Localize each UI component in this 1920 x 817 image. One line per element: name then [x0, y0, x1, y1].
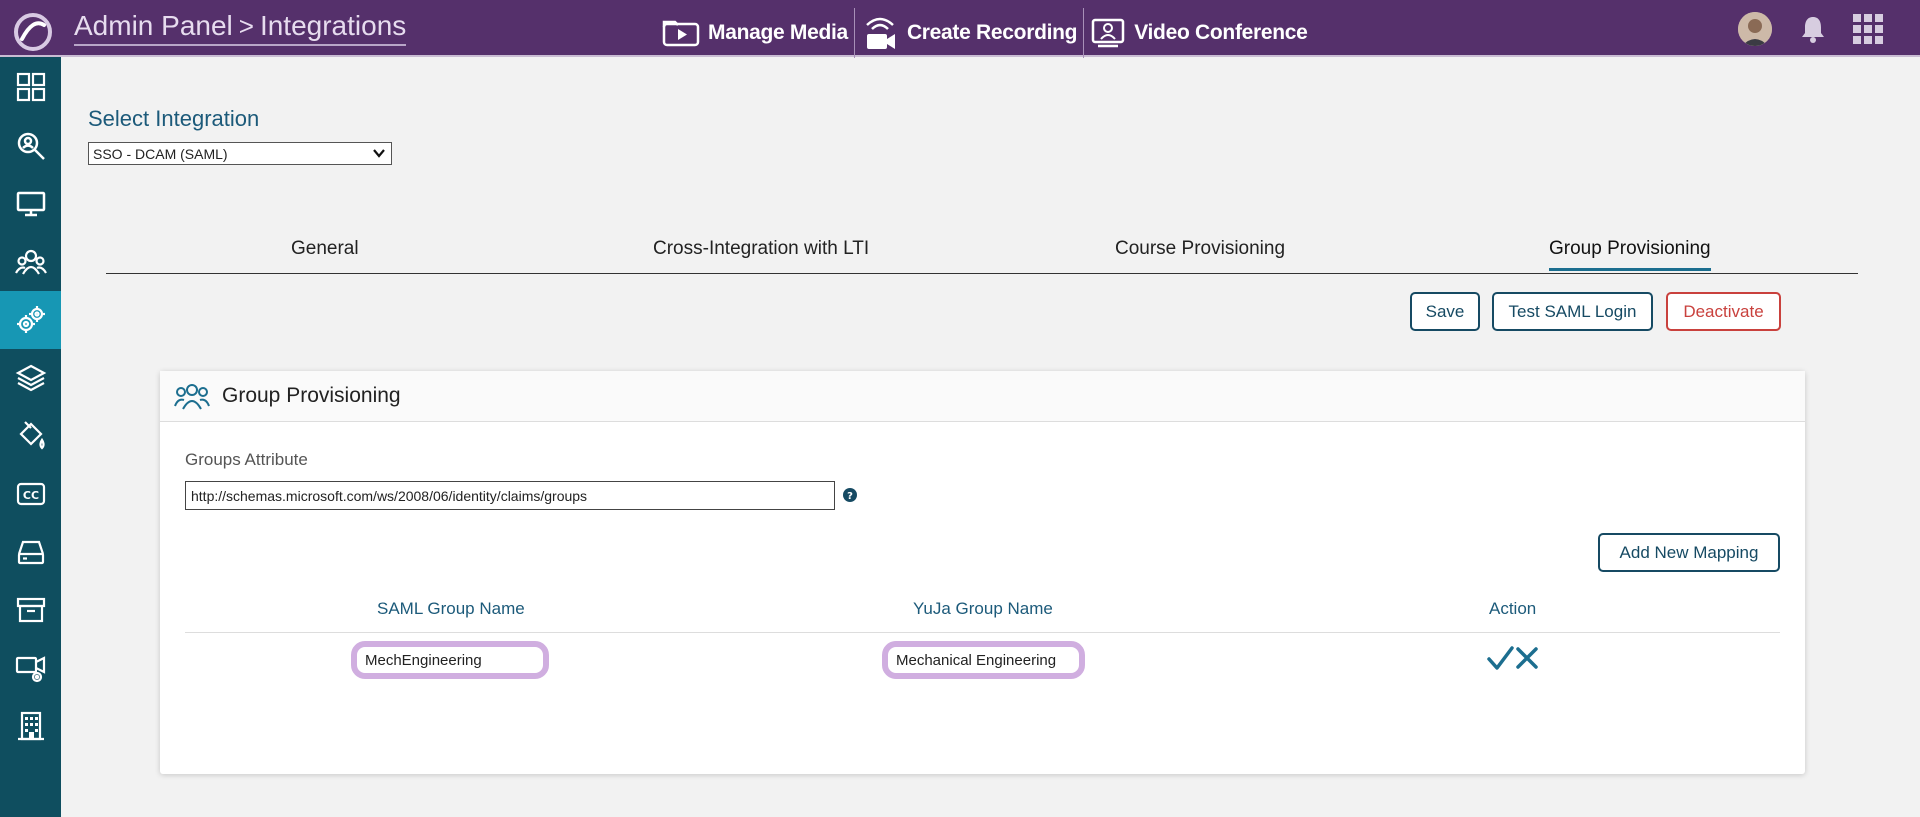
top-bar: Admin Panel > Integrations Manage Media … [0, 0, 1920, 58]
sidebar-item-settings[interactable] [0, 291, 61, 349]
sidebar-item-layers[interactable] [0, 349, 61, 407]
settings-gears-icon [16, 306, 45, 333]
confirm-check-icon[interactable] [1486, 643, 1514, 673]
select-integration-label: Select Integration [88, 106, 260, 131]
groups-attribute-label: Groups Attribute [185, 450, 308, 469]
create-recording-link[interactable]: Create Recording [855, 8, 1083, 58]
avatar-icon [1738, 12, 1772, 46]
integration-tabs: General Cross-Integration with LTI Cours… [106, 232, 1858, 274]
svg-text:CC: CC [22, 489, 38, 502]
top-nav: Manage Media Create Recording Video Conf… [656, 8, 1314, 58]
layers-icon [15, 364, 46, 392]
sidebar-item-branding[interactable] [0, 407, 61, 465]
column-header-yuja-group: YuJa Group Name [913, 599, 1053, 618]
sidebar-item-storage[interactable] [0, 523, 61, 581]
dashboard-icon [16, 72, 45, 102]
help-icon[interactable]: ? [842, 487, 858, 503]
monitor-icon [16, 191, 45, 217]
users-group-icon [14, 249, 47, 275]
sidebar-item-institution[interactable] [0, 697, 61, 755]
save-button[interactable]: Save [1410, 292, 1480, 331]
apps-grid-icon[interactable] [1852, 13, 1884, 45]
column-header-action: Action [1489, 599, 1537, 618]
sidebar-item-monitor[interactable] [0, 175, 61, 233]
cancel-x-icon[interactable] [1513, 643, 1541, 673]
search-icon [17, 132, 45, 160]
video-conference-icon [1091, 18, 1125, 48]
test-saml-login-button[interactable]: Test SAML Login [1492, 292, 1653, 331]
panel-title: Group Provisioning [222, 384, 401, 407]
storage-drive-icon [17, 540, 44, 565]
group-provisioning-panel: Group Provisioning Groups Attribute http… [160, 371, 1805, 774]
sidebar-item-search[interactable] [0, 117, 61, 175]
chevron-down-icon [373, 149, 385, 158]
svg-text:?: ? [847, 491, 853, 502]
sidebar-item-archive[interactable] [0, 581, 61, 639]
sidebar-item-users[interactable] [0, 233, 61, 291]
saml-group-name-input[interactable]: MechEngineering [351, 641, 549, 679]
tab-general[interactable]: General [291, 238, 359, 260]
panel-header: Group Provisioning [160, 371, 1805, 422]
recording-icon [866, 17, 895, 49]
yuja-logo-icon[interactable] [13, 12, 53, 52]
notification-bell-icon[interactable] [1797, 13, 1829, 45]
video-conference-link[interactable]: Video Conference [1084, 8, 1313, 58]
create-recording-label: Create Recording [906, 21, 1078, 44]
integration-select[interactable]: SSO - DCAM (SAML) [88, 142, 392, 165]
closed-captions-icon: CC [16, 482, 45, 506]
sidebar: CC [0, 57, 61, 817]
groups-attribute-input[interactable]: http://schemas.microsoft.com/ws/2008/06/… [185, 481, 835, 510]
tab-course-provisioning[interactable]: Course Provisioning [1115, 238, 1285, 260]
deactivate-button[interactable]: Deactivate [1666, 292, 1781, 331]
integration-selected-value: SSO - DCAM (SAML) [93, 145, 228, 162]
media-folder-icon [662, 20, 700, 47]
archive-icon [16, 597, 45, 623]
sidebar-item-dashboard[interactable] [0, 58, 61, 116]
users-group-icon [174, 384, 210, 410]
manage-media-link[interactable]: Manage Media [656, 8, 854, 58]
paint-bucket-icon [18, 421, 45, 450]
video-settings-icon [15, 656, 45, 683]
building-icon [17, 711, 44, 741]
column-header-saml-group: SAML Group Name [377, 599, 525, 618]
breadcrumb-separator: > [238, 10, 254, 41]
user-avatar[interactable] [1738, 12, 1772, 46]
sidebar-item-video-settings[interactable] [0, 639, 61, 697]
tab-cross-integration-lti[interactable]: Cross-Integration with LTI [653, 238, 869, 260]
yuja-group-name-input[interactable]: Mechanical Engineering [882, 641, 1085, 679]
tab-group-provisioning[interactable]: Group Provisioning [1549, 238, 1711, 271]
add-new-mapping-button[interactable]: Add New Mapping [1598, 533, 1780, 572]
table-divider [185, 632, 1780, 633]
video-conference-label: Video Conference [1134, 21, 1308, 44]
breadcrumb-current: Integrations [259, 10, 407, 41]
manage-media-label: Manage Media [708, 21, 848, 44]
breadcrumb: Admin Panel > Integrations [74, 10, 407, 46]
sidebar-item-captions[interactable]: CC [0, 465, 61, 523]
breadcrumb-root[interactable]: Admin Panel [74, 10, 233, 42]
